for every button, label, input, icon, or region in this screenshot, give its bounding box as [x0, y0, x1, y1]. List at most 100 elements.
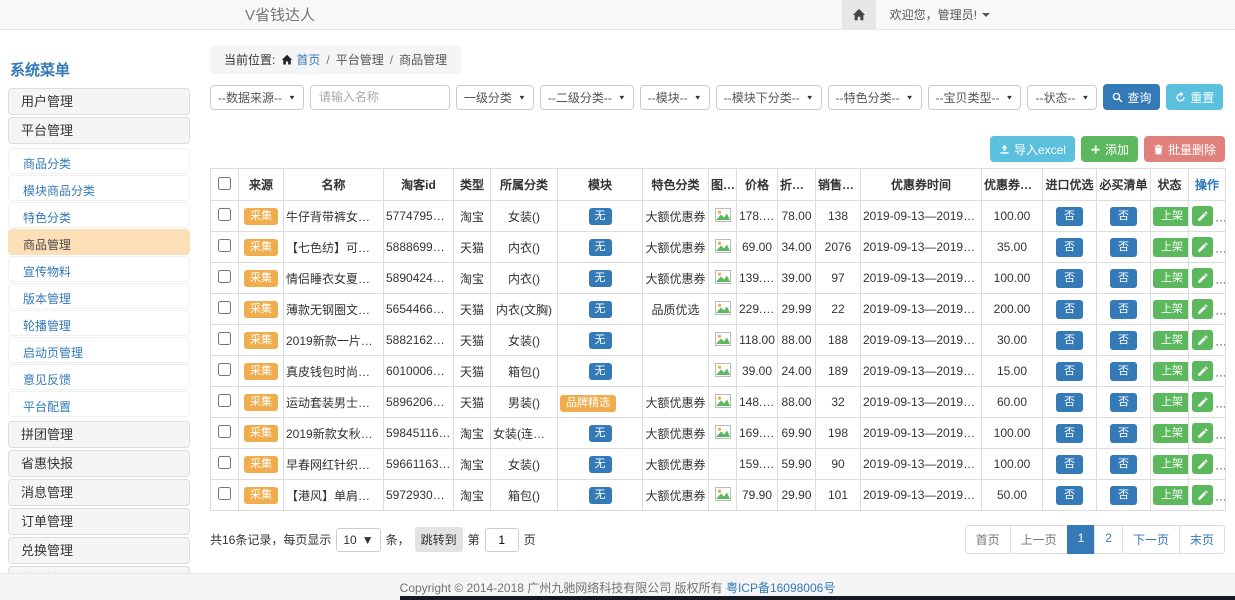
breadcrumb-home-link[interactable]: 首页 [281, 51, 320, 68]
refresh-icon [1175, 92, 1186, 103]
feature-category [643, 325, 709, 356]
must-buy-toggle[interactable]: 否 [1110, 486, 1137, 505]
sidebar-item[interactable]: 特色分类 [8, 202, 190, 228]
page-number-input[interactable] [485, 528, 519, 552]
must-buy-toggle[interactable]: 否 [1110, 207, 1137, 226]
import-choice-toggle[interactable]: 否 [1056, 238, 1083, 257]
status-badge[interactable]: 上架 [1153, 486, 1189, 505]
row-checkbox[interactable] [218, 332, 231, 345]
row-checkbox[interactable] [218, 487, 231, 500]
status-badge[interactable]: 上架 [1153, 238, 1189, 257]
import-choice-toggle[interactable]: 否 [1056, 300, 1083, 319]
import-choice-toggle[interactable]: 否 [1056, 486, 1083, 505]
filter-select[interactable]: --宝贝类型--▼ [928, 85, 1022, 110]
row-checkbox[interactable] [218, 239, 231, 252]
must-buy-toggle[interactable]: 否 [1110, 424, 1137, 443]
status-badge[interactable]: 上架 [1153, 207, 1189, 226]
sidebar-item[interactable]: 平台配置 [8, 391, 190, 417]
filter-select[interactable]: --模块下分类--▼ [716, 85, 822, 110]
edit-button[interactable] [1192, 237, 1213, 257]
page-link[interactable]: 首页 [965, 525, 1011, 554]
row-checkbox[interactable] [218, 208, 231, 221]
sidebar-group[interactable]: 省惠快报 [8, 450, 190, 477]
row-checkbox[interactable] [218, 270, 231, 283]
must-buy-toggle[interactable]: 否 [1110, 269, 1137, 288]
topbar: V省钱达人 欢迎您，管理员! [0, 0, 1235, 30]
edit-button[interactable] [1192, 330, 1213, 350]
page-link[interactable]: 下一页 [1122, 525, 1180, 554]
sidebar-item[interactable]: 启动页管理 [8, 337, 190, 363]
edit-button[interactable] [1192, 361, 1213, 381]
row-checkbox[interactable] [218, 301, 231, 314]
status-badge[interactable]: 上架 [1153, 269, 1189, 288]
edit-button[interactable] [1192, 485, 1213, 505]
import-choice-toggle[interactable]: 否 [1056, 207, 1083, 226]
edit-button[interactable] [1192, 423, 1213, 443]
must-buy-toggle[interactable]: 否 [1110, 238, 1137, 257]
import-excel-button[interactable]: 导入excel [990, 136, 1075, 162]
per-page-select[interactable]: 10 ▼ [336, 528, 380, 552]
import-choice-toggle[interactable]: 否 [1056, 331, 1083, 350]
filter-select[interactable]: --模块--▼ [640, 85, 710, 110]
sidebar-group[interactable]: 兑换管理 [8, 537, 190, 564]
batch-delete-button[interactable]: 批量删除 [1144, 136, 1225, 162]
status-badge[interactable]: 上架 [1153, 331, 1189, 350]
page-link[interactable]: 上一页 [1010, 525, 1068, 554]
page-link[interactable]: 2 [1094, 525, 1123, 554]
status-badge[interactable]: 上架 [1153, 424, 1189, 443]
sidebar-item[interactable]: 版本管理 [8, 283, 190, 309]
sidebar-group[interactable]: 拼团管理 [8, 421, 190, 448]
sidebar-item[interactable]: 宣传物料 [8, 256, 190, 282]
sidebar-group[interactable]: 消息管理 [8, 479, 190, 506]
import-choice-toggle[interactable]: 否 [1056, 362, 1083, 381]
filter-select[interactable]: --状态--▼ [1027, 85, 1097, 110]
edit-button[interactable] [1192, 206, 1213, 226]
import-choice-toggle[interactable]: 否 [1056, 424, 1083, 443]
home-button[interactable] [842, 0, 876, 30]
status-badge[interactable]: 上架 [1153, 300, 1189, 319]
edit-button[interactable] [1192, 454, 1213, 474]
must-buy-toggle[interactable]: 否 [1110, 362, 1137, 381]
search-button[interactable]: 查询 [1103, 84, 1160, 110]
must-buy-toggle[interactable]: 否 [1110, 300, 1137, 319]
sidebar-group[interactable]: 用户管理 [8, 88, 190, 115]
sidebar-group[interactable]: 订单管理 [8, 508, 190, 535]
jump-button[interactable]: 跳转到 [415, 527, 463, 552]
add-button[interactable]: 添加 [1081, 136, 1138, 162]
must-buy-toggle[interactable]: 否 [1110, 331, 1137, 350]
row-checkbox[interactable] [218, 456, 231, 469]
edit-icon [1197, 211, 1208, 222]
must-buy-toggle[interactable]: 否 [1110, 393, 1137, 412]
import-choice-toggle[interactable]: 否 [1056, 393, 1083, 412]
select-all-checkbox[interactable] [218, 177, 231, 190]
page-suffix: 页 [524, 531, 536, 548]
filter-select[interactable]: 一级分类▼ [456, 85, 534, 110]
row-checkbox[interactable] [218, 425, 231, 438]
import-choice-toggle[interactable]: 否 [1056, 269, 1083, 288]
status-badge[interactable]: 上架 [1153, 393, 1189, 412]
filter-select[interactable]: --数据来源--▼ [210, 85, 304, 110]
edit-button[interactable] [1192, 268, 1213, 288]
sidebar-item[interactable]: 商品分类 [8, 148, 190, 174]
row-checkbox[interactable] [218, 363, 231, 376]
edit-button[interactable] [1192, 299, 1213, 319]
icp-link[interactable]: 粤ICP备16098006号 [726, 579, 835, 596]
page-link[interactable]: 末页 [1179, 525, 1225, 554]
sidebar-item[interactable]: 轮播管理 [8, 310, 190, 336]
status-badge[interactable]: 上架 [1153, 455, 1189, 474]
user-menu[interactable]: 欢迎您，管理员! [890, 6, 990, 23]
status-badge[interactable]: 上架 [1153, 362, 1189, 381]
page-link[interactable]: 1 [1067, 525, 1096, 554]
row-checkbox[interactable] [218, 394, 231, 407]
edit-button[interactable] [1192, 392, 1213, 412]
sidebar-item[interactable]: 模块商品分类 [8, 175, 190, 201]
sidebar-group[interactable]: 平台管理 [8, 117, 190, 144]
filter-select[interactable]: --特色分类--▼ [828, 85, 922, 110]
name-search-input[interactable] [310, 85, 450, 110]
sidebar-item[interactable]: 意见反馈 [8, 364, 190, 390]
reset-button[interactable]: 重置 [1166, 84, 1223, 110]
must-buy-toggle[interactable]: 否 [1110, 455, 1137, 474]
import-choice-toggle[interactable]: 否 [1056, 455, 1083, 474]
sidebar-item[interactable]: 商品管理 [8, 229, 190, 255]
filter-select[interactable]: --二级分类--▼ [540, 85, 634, 110]
